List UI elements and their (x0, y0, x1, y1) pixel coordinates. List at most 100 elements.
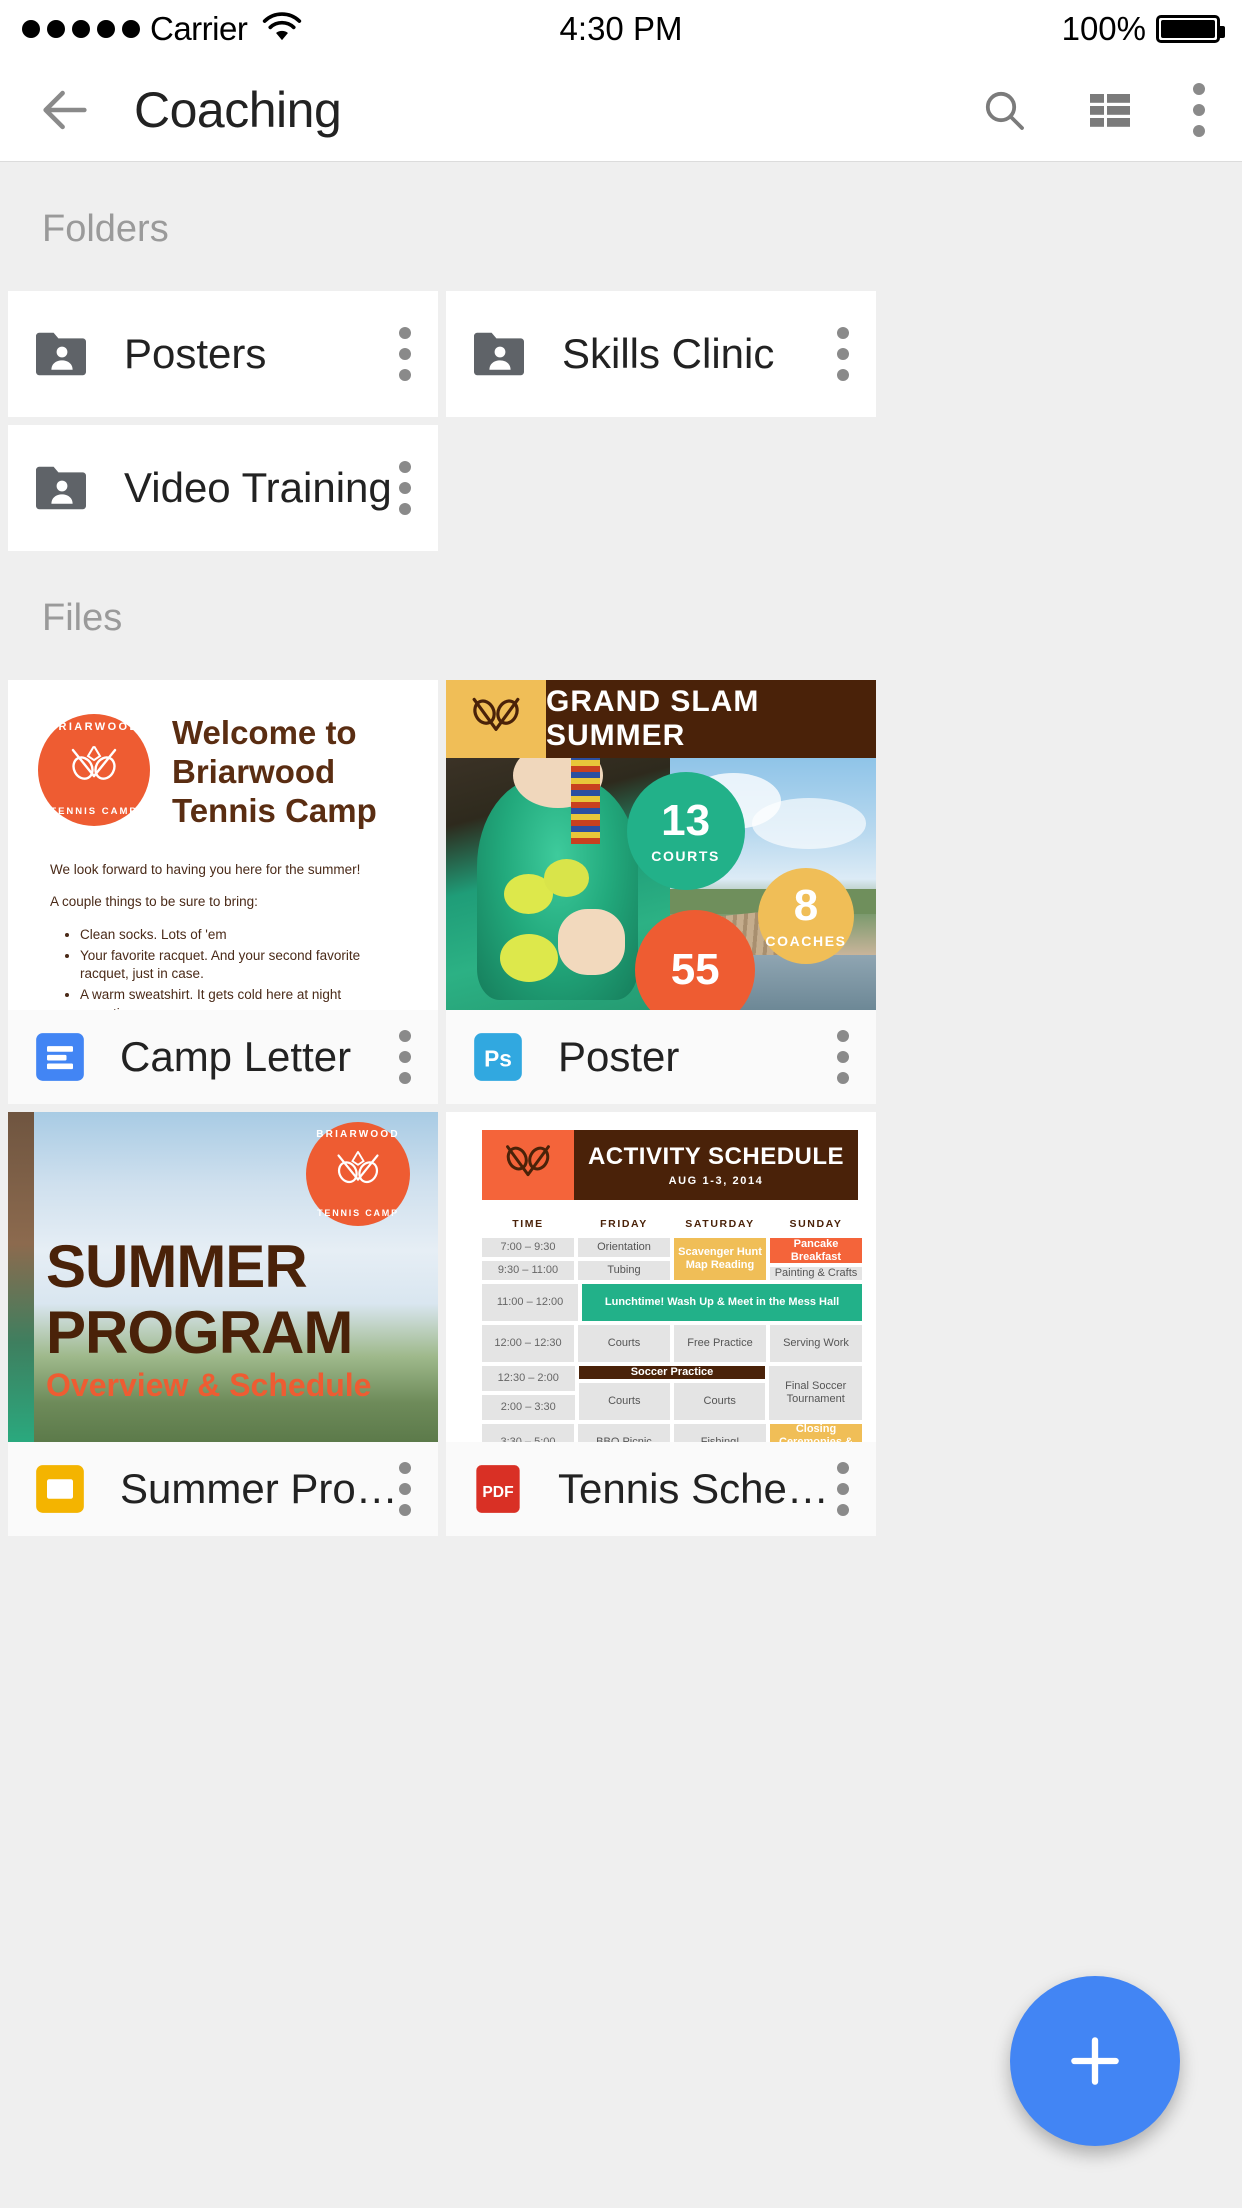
list-view-icon[interactable] (1086, 86, 1134, 134)
battery-full-icon (1156, 15, 1225, 43)
stat-number: 55 (670, 945, 720, 994)
create-fab-button[interactable] (1010, 1976, 1180, 2146)
file-thumbnail-poster: GRAND SLAM SUMMER 13 COURTS 8 COACHES 55 (446, 680, 876, 1010)
table-cell: Closing Ceremonies & Parent Pick up (770, 1423, 862, 1442)
overflow-menu-icon[interactable] (836, 1462, 850, 1516)
table-cell: 2:00 – 3:30 (482, 1394, 575, 1420)
schedule-title: ACTIVITY SCHEDULE (587, 1143, 845, 1170)
poster-headline: GRAND SLAM SUMMER (546, 680, 876, 758)
camp-letter-document: BRIARWOOD TENNIS CAMP Welcome to Briarwo… (8, 680, 438, 1010)
overflow-menu-icon[interactable] (836, 1030, 850, 1084)
file-card-tennis-schedule[interactable]: ACTIVITY SCHEDULE AUG 1-3, 2014 TIME FRI… (446, 1112, 876, 1536)
pdf-icon: PDF (472, 1463, 524, 1515)
schedule-racquet-block (482, 1130, 574, 1200)
overflow-menu-icon[interactable] (398, 1030, 412, 1084)
folder-card-posters[interactable]: Posters (8, 291, 438, 417)
table-cell: Scavenger Hunt Map Reading (674, 1238, 766, 1280)
table-row: 3:30 – 5:00 BBQ Picnic Fishing! Closing … (482, 1423, 862, 1442)
table-cell: Tubing (578, 1260, 670, 1280)
file-card-summer-program[interactable]: BRIARWOOD TENNIS CAMP SUMMER PROGRAM Ove… (8, 1112, 438, 1536)
table-cell: 7:00 – 9:30 (482, 1238, 574, 1257)
file-name: Summer Program (120, 1465, 398, 1512)
crossed-racquets-icon (337, 1151, 379, 1184)
slide-subtitle: Overview & Schedule (46, 1367, 372, 1403)
file-card-camp-letter[interactable]: BRIARWOOD TENNIS CAMP Welcome to Briarwo… (8, 680, 438, 1104)
file-row: PDF Tennis Schedule (446, 1442, 876, 1536)
list-item: Clean socks. Lots of 'em (80, 926, 408, 945)
file-thumbnail-tennis-schedule: ACTIVITY SCHEDULE AUG 1-3, 2014 TIME FRI… (446, 1112, 876, 1442)
poster-racquet-block (446, 680, 546, 758)
status-bar-right: 100% (1062, 10, 1225, 48)
file-name: Tennis Schedule (558, 1465, 836, 1512)
stat-label: COURTS (651, 847, 720, 864)
camp-letter-body: We look forward to having you here for t… (38, 861, 408, 1010)
file-thumbnail-summer-program: BRIARWOOD TENNIS CAMP SUMMER PROGRAM Ove… (8, 1112, 438, 1442)
table-cell: Soccer Practice (578, 1365, 766, 1379)
crossed-racquets-icon (472, 697, 520, 731)
carrier-label: Carrier (150, 10, 248, 47)
poster-topbar: GRAND SLAM SUMMER (446, 680, 876, 758)
stat-number: 8 (793, 880, 819, 930)
file-name: Poster (558, 1033, 680, 1080)
shared-folder-icon (34, 329, 90, 379)
table-cell: 12:30 – 2:00 (482, 1365, 575, 1391)
back-arrow-icon[interactable] (36, 81, 94, 139)
slide-title-line1: SUMMER (46, 1233, 308, 1300)
folder-name: Video Training (124, 464, 392, 511)
file-row: Camp Letter (8, 1010, 438, 1104)
table-cell: Fishing! (674, 1423, 766, 1442)
table-cell: Lunchtime! Wash Up & Meet in the Mess Ha… (582, 1283, 862, 1321)
overflow-menu-icon[interactable] (398, 461, 412, 515)
overflow-menu-icon[interactable] (398, 1462, 412, 1516)
badge-bottom-text: TENNIS CAMP (317, 1208, 399, 1218)
app-screen: Carrier 4:30 PM 100% Coaching Folders Po… (0, 0, 1242, 2208)
folder-name: Posters (124, 330, 267, 377)
column-header: FRIDAY (600, 1218, 648, 1230)
schedule-title-block: ACTIVITY SCHEDULE AUG 1-3, 2014 (574, 1130, 858, 1200)
camp-letter-bullets: Clean socks. Lots of 'em Your favorite r… (80, 926, 408, 1010)
file-row: Ps Poster (446, 1010, 876, 1104)
grand-slam-poster: GRAND SLAM SUMMER 13 COURTS 8 COACHES 55 (446, 680, 876, 1010)
crossed-racquets-icon (506, 1145, 550, 1177)
signal-strength-icon (22, 20, 140, 38)
summer-program-slide: BRIARWOOD TENNIS CAMP SUMMER PROGRAM Ove… (8, 1112, 438, 1442)
column-header: TIME (512, 1218, 544, 1230)
table-cell: Pancake Breakfast (770, 1238, 862, 1264)
overflow-menu-icon[interactable] (398, 327, 412, 381)
photoshop-icon: Ps (472, 1031, 524, 1083)
table-cell: BBQ Picnic (578, 1423, 670, 1442)
folder-name: Skills Clinic (562, 330, 775, 377)
column-header: SUNDAY (789, 1218, 843, 1230)
schedule-header: ACTIVITY SCHEDULE AUG 1-3, 2014 (482, 1130, 858, 1200)
page-title: Coaching (134, 81, 342, 138)
column-header: SATURDAY (685, 1218, 755, 1230)
file-name: Camp Letter (120, 1033, 352, 1080)
file-card-poster[interactable]: GRAND SLAM SUMMER 13 COURTS 8 COACHES 55… (446, 680, 876, 1104)
table-row: 12:00 – 12:30 Courts Free Practice Servi… (482, 1324, 862, 1362)
table-cell: Courts (674, 1382, 766, 1420)
status-bar: Carrier 4:30 PM 100% (0, 0, 1242, 58)
overflow-menu-icon[interactable] (836, 327, 850, 381)
svg-text:Ps: Ps (484, 1046, 512, 1072)
table-cell: Serving Work (770, 1324, 862, 1362)
files-section-header: Files (0, 551, 1242, 680)
folder-card-skills-clinic[interactable]: Skills Clinic (446, 291, 876, 417)
slide-left-strip (8, 1112, 34, 1442)
table-header-row: TIME FRIDAY SATURDAY SUNDAY (482, 1218, 862, 1230)
google-slides-icon (34, 1463, 86, 1515)
list-item: Your favorite racquet. And your second f… (80, 947, 408, 984)
schedule-table: TIME FRIDAY SATURDAY SUNDAY 7:00 – 9:30 … (482, 1218, 862, 1442)
table-cell: 12:00 – 12:30 (482, 1324, 574, 1362)
stat-label: COACHES (765, 932, 847, 949)
table-row: 11:00 – 12:00 Lunchtime! Wash Up & Meet … (482, 1283, 862, 1321)
poster-stat-courts: 13 COURTS (626, 772, 745, 890)
search-icon[interactable] (980, 86, 1028, 134)
folder-card-video-training[interactable]: Video Training (8, 425, 438, 551)
camp-letter-intro: We look forward to having you here for t… (50, 861, 361, 877)
folders-grid: Posters Skills Clinic Video Training (0, 291, 1242, 551)
table-cell: 11:00 – 12:00 (482, 1283, 579, 1321)
wifi-icon (261, 11, 303, 48)
google-docs-icon (34, 1031, 86, 1083)
overflow-menu-icon[interactable] (1192, 82, 1206, 137)
status-bar-left: Carrier (22, 10, 303, 48)
